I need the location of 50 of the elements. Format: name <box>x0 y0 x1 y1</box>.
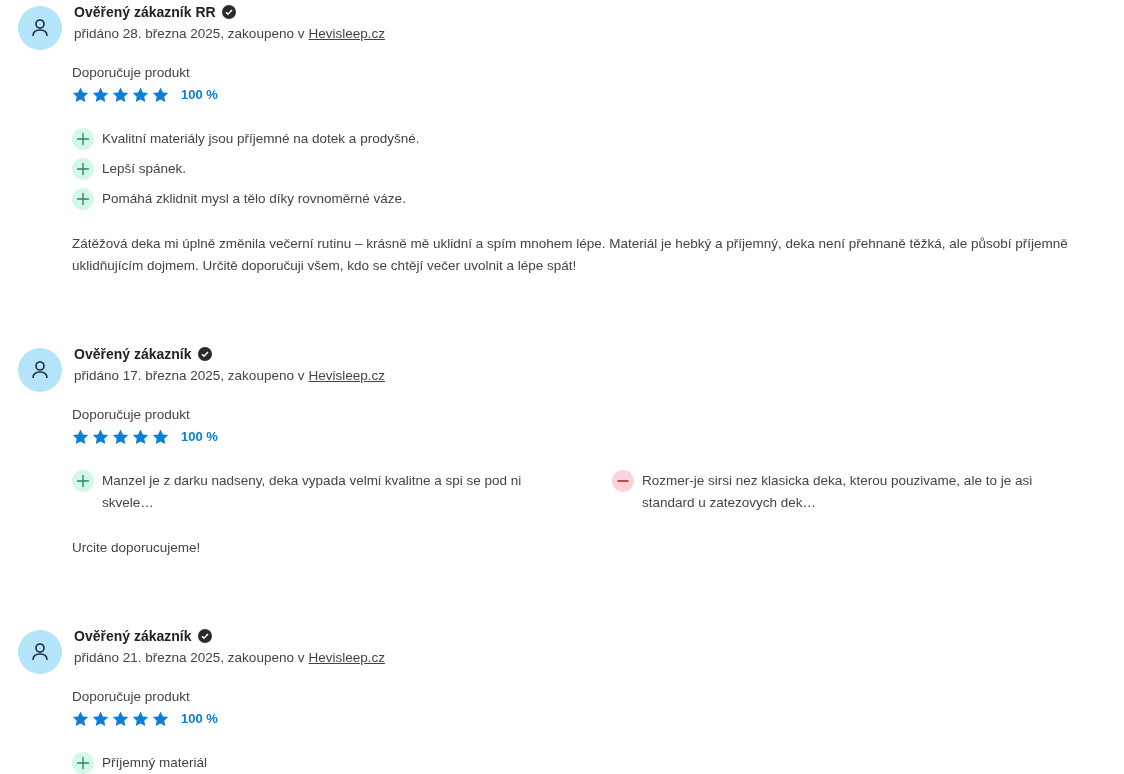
verified-icon <box>197 629 212 643</box>
plus-icon <box>72 470 94 492</box>
star-icon <box>112 429 129 445</box>
con-text: Rozmer-je sirsi nez klasicka deka, kterou pouzivame, ale to je asi standard u zatezovych dek… <box>642 472 1034 512</box>
star-icon <box>72 711 89 727</box>
review-text: Urcite doporucujeme! <box>72 539 202 557</box>
star-icon <box>132 429 149 445</box>
verified-icon <box>197 347 212 361</box>
recommendation-text: Doporučuje produkt <box>72 688 191 706</box>
shop-link[interactable]: Hevisleep.cz <box>308 365 385 387</box>
avatar <box>18 348 62 392</box>
avatar <box>18 6 62 50</box>
review-meta: přidáno 21. března 2025, zakoupeno v <box>74 648 305 667</box>
plus-icon <box>72 128 94 150</box>
plus-icon <box>72 158 94 180</box>
author-name: Ověřený zákazník <box>74 626 192 646</box>
rating-percent: 100 % <box>181 428 218 447</box>
star-icon <box>92 87 109 103</box>
rating-percent: 100 % <box>181 710 218 729</box>
star-icon <box>152 429 169 445</box>
pro-text: Lepší spánek. <box>102 160 187 178</box>
author-name: Ověřený zákazník RR <box>74 2 216 22</box>
review-meta: přidáno 17. března 2025, zakoupeno v <box>74 366 305 385</box>
star-icon <box>92 429 109 445</box>
plus-icon <box>72 752 94 774</box>
pro-text: Pomáhá zklidnit mysl a tělo díky rovnoměrné váze. <box>102 190 406 208</box>
verified-icon <box>221 5 236 19</box>
review-text: Zátěžová deka mi úplně změnila večerní rutinu – krásně mě uklidní a spím mnohem lépe. Materiál je hebký a příjemný, deka není přehnaně těžká, ale působí příjemně uklidňujícím dojmem. Určitě doporučuji všem, kdo se chtějí večer uvolnit a lépe spát! <box>72 235 1069 275</box>
star-icon <box>132 87 149 103</box>
recommendation-text: Doporučuje produkt <box>72 406 191 424</box>
plus-icon <box>72 188 94 210</box>
review-meta: přidáno 28. března 2025, zakoupeno v <box>74 24 305 43</box>
star-icon <box>112 711 129 727</box>
avatar <box>18 630 62 674</box>
recommendation-text: Doporučuje produkt <box>72 64 191 82</box>
star-icon <box>112 87 129 103</box>
star-icon <box>72 87 89 103</box>
shop-link[interactable]: Hevisleep.cz <box>308 23 385 45</box>
star-icon <box>132 711 149 727</box>
star-icon <box>72 429 89 445</box>
star-icon <box>92 711 109 727</box>
minus-icon <box>612 470 634 492</box>
star-icon <box>152 711 169 727</box>
pro-text: Kvalitní materiály jsou příjemné na dotek a prodyšné. <box>102 130 420 148</box>
star-icon <box>152 87 169 103</box>
pro-text: Příjemný materiál <box>102 754 208 772</box>
pro-text: Manzel je z darku nadseny, deka vypada velmi kvalitne a spi se pod ni skvele… <box>102 472 523 512</box>
shop-link[interactable]: Hevisleep.cz <box>308 647 385 669</box>
author-name: Ověřený zákazník <box>74 344 192 364</box>
rating-percent: 100 % <box>181 86 218 105</box>
